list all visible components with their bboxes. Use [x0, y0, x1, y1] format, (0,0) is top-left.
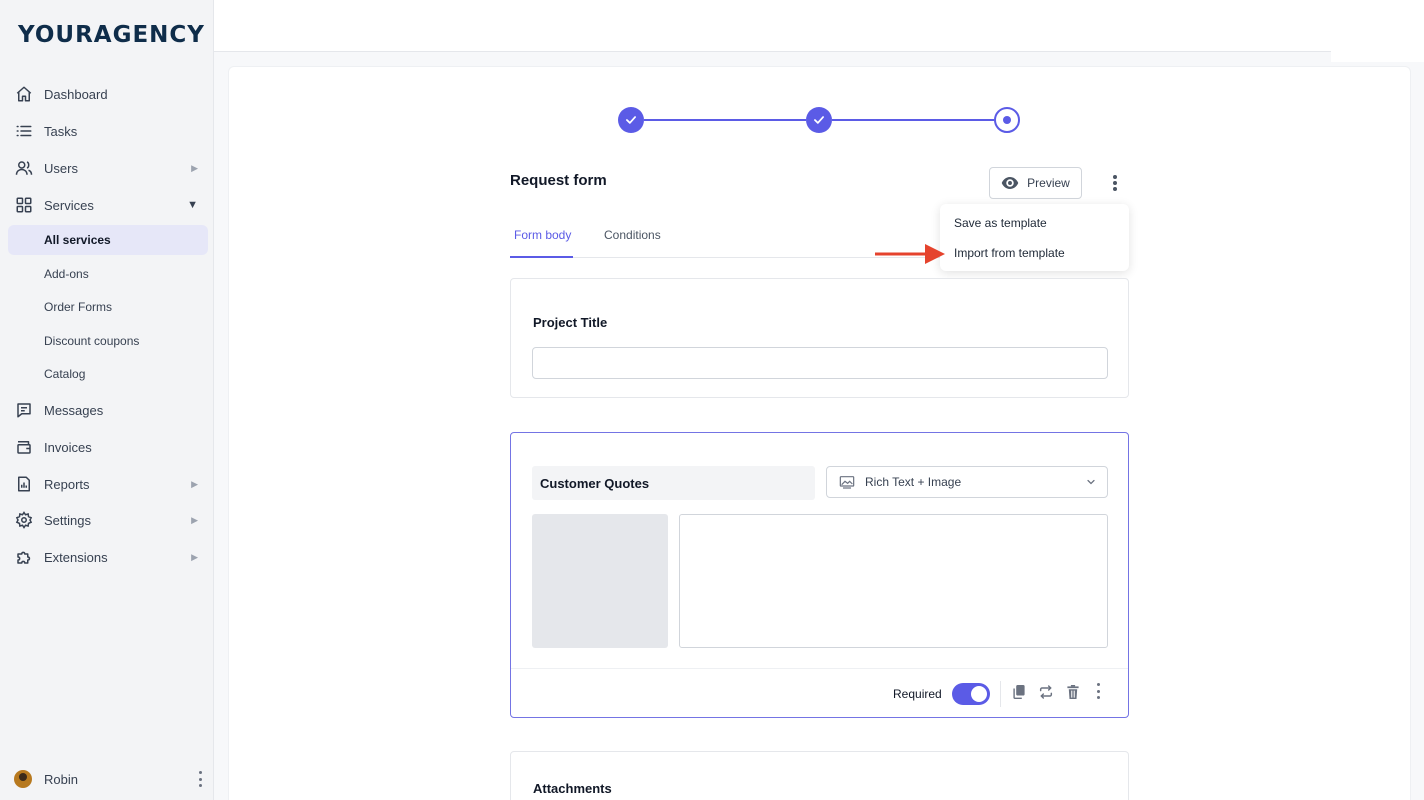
- required-toggle[interactable]: [952, 683, 990, 705]
- sidebar-item-label: Reports: [44, 476, 90, 492]
- field-label-input[interactable]: Customer Quotes: [532, 466, 815, 500]
- sidebar-subitem-order-forms[interactable]: Order Forms: [8, 292, 208, 322]
- sidebar-subitem-catalog[interactable]: Catalog: [8, 359, 208, 389]
- eye-icon: [1001, 176, 1019, 190]
- sidebar-item-label: Settings: [44, 512, 91, 528]
- field-card-project-title[interactable]: Project Title: [510, 278, 1129, 398]
- check-icon: [814, 116, 824, 124]
- field-label: Project Title: [533, 315, 608, 330]
- chat-icon: [14, 400, 34, 420]
- more-options-button[interactable]: [1106, 172, 1124, 194]
- wallet-icon: [14, 437, 34, 457]
- sidebar-item-label: Extensions: [44, 549, 108, 565]
- sidebar-item-tasks[interactable]: Tasks: [8, 116, 208, 146]
- app-root: YOURAGENCY Dashboard Tasks Users ▶ Servi…: [0, 0, 1424, 800]
- sidebar-item-label: Users: [44, 160, 78, 176]
- required-label: Required: [893, 687, 942, 701]
- top-bar-extension: [1331, 0, 1424, 62]
- field-card-attachments[interactable]: Attachments: [510, 751, 1129, 800]
- stepper-line: [644, 119, 806, 121]
- image-placeholder[interactable]: [532, 514, 668, 648]
- chevron-down-icon: [1085, 476, 1097, 488]
- more-vertical-icon[interactable]: [198, 771, 202, 787]
- page-title: Request form: [510, 172, 607, 189]
- sidebar-item-label: Invoices: [44, 439, 92, 455]
- sidebar-item-extensions[interactable]: Extensions ▶: [8, 542, 208, 572]
- field-type-value: Rich Text + Image: [865, 475, 962, 489]
- stepper-line: [832, 119, 994, 121]
- sidebar-item-users[interactable]: Users ▶: [8, 153, 208, 183]
- sidebar-item-label: Tasks: [44, 123, 78, 139]
- sidebar-subitem-discount-coupons[interactable]: Discount coupons: [8, 326, 208, 356]
- trash-icon[interactable]: [1064, 683, 1082, 701]
- caret-right-icon: ▶: [191, 162, 198, 173]
- sidebar-item-label: Services: [44, 197, 94, 213]
- sidebar-item-messages[interactable]: Messages: [8, 395, 208, 425]
- active-tab-indicator: [510, 256, 573, 258]
- grid-icon: [14, 195, 34, 215]
- check-icon: [626, 116, 636, 124]
- project-title-input[interactable]: [532, 347, 1108, 379]
- home-icon: [14, 84, 34, 104]
- sidebar-item-reports[interactable]: Reports ▶: [8, 469, 208, 499]
- preview-label: Preview: [1027, 176, 1070, 190]
- tab-form-body[interactable]: Form body: [514, 228, 571, 242]
- stepper-step-3[interactable]: [994, 107, 1020, 133]
- caret-right-icon: ▶: [191, 514, 198, 525]
- duplicate-icon[interactable]: [1010, 683, 1028, 701]
- user-profile[interactable]: Robin: [8, 764, 208, 794]
- swap-icon[interactable]: [1037, 683, 1055, 701]
- sidebar: YOURAGENCY Dashboard Tasks Users ▶ Servi…: [0, 0, 214, 800]
- caret-right-icon: ▶: [191, 551, 198, 562]
- field-type-select[interactable]: Rich Text + Image: [826, 466, 1108, 498]
- more-vertical-icon[interactable]: [1097, 683, 1101, 699]
- sidebar-item-settings[interactable]: Settings ▶: [8, 505, 208, 535]
- annotation-arrow-icon: [875, 244, 945, 264]
- stepper-step-1[interactable]: [618, 107, 644, 133]
- caret-right-icon: ▶: [191, 478, 198, 489]
- field-card-customer-quotes[interactable]: Customer Quotes Rich Text + Image Requir…: [510, 432, 1129, 718]
- caret-down-icon: ▼: [187, 199, 198, 211]
- preview-button[interactable]: Preview: [989, 167, 1082, 199]
- rich-text-editor[interactable]: [679, 514, 1108, 648]
- users-icon: [14, 158, 34, 178]
- sidebar-item-label: Dashboard: [44, 86, 108, 102]
- sidebar-item-label: Messages: [44, 402, 104, 418]
- divider: [1000, 681, 1001, 707]
- gear-icon: [14, 510, 34, 530]
- menu-item-save-as-template[interactable]: Save as template: [954, 216, 1047, 230]
- brand-logo[interactable]: YOURAGENCY: [18, 22, 205, 48]
- stepper-step-2[interactable]: [806, 107, 832, 133]
- top-bar: [214, 0, 1331, 52]
- field-label: Attachments: [533, 781, 612, 796]
- sidebar-subitem-all-services[interactable]: All services: [8, 225, 208, 255]
- sidebar-item-services[interactable]: Services ▼: [8, 190, 208, 220]
- user-name: Robin: [44, 771, 78, 787]
- sidebar-subitem-add-ons[interactable]: Add-ons: [8, 259, 208, 289]
- more-options-menu: Save as template Import from template: [940, 204, 1129, 271]
- menu-item-import-from-template[interactable]: Import from template: [954, 246, 1065, 260]
- avatar: [14, 770, 32, 788]
- tab-conditions[interactable]: Conditions: [604, 228, 661, 242]
- list-icon: [14, 121, 34, 141]
- sidebar-item-invoices[interactable]: Invoices: [8, 432, 208, 462]
- sidebar-item-dashboard[interactable]: Dashboard: [8, 79, 208, 109]
- report-icon: [14, 474, 34, 494]
- image-icon: [839, 475, 855, 489]
- field-card-footer: Required: [511, 668, 1128, 716]
- puzzle-icon: [14, 547, 34, 567]
